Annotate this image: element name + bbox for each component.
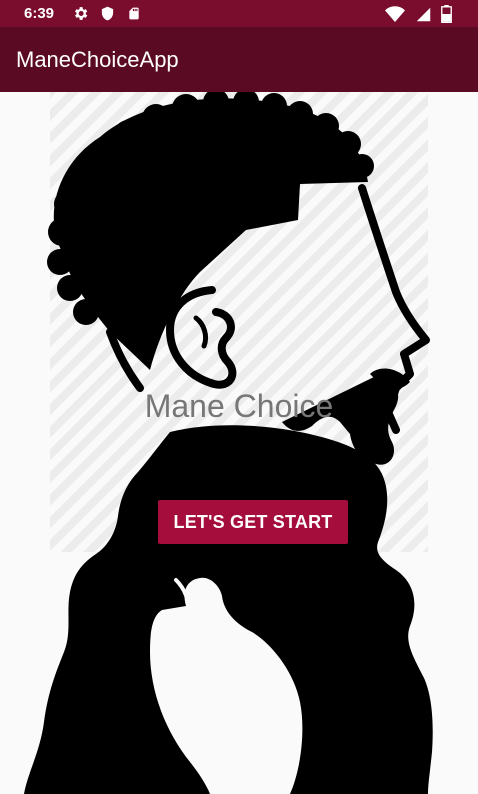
app-bar: ManeChoiceApp	[0, 27, 478, 92]
barber-silhouette-illustration	[24, 92, 433, 794]
status-time: 6:39	[24, 5, 55, 22]
status-left-icons	[72, 5, 148, 22]
main-content: Mane Choice LET'S GET START	[0, 92, 478, 794]
brand-title: Mane Choice	[144, 388, 334, 424]
cellular-signal-icon	[416, 7, 430, 22]
battery-icon	[441, 5, 452, 23]
wifi-icon	[385, 6, 406, 22]
settings-icon	[75, 7, 88, 20]
app-title: ManeChoiceApp	[16, 47, 179, 72]
status-right-icons	[379, 5, 452, 23]
lets-get-start-button[interactable]: LET'S GET START	[158, 500, 348, 544]
status-bar: 6:39	[0, 0, 478, 27]
sd-card-icon	[129, 7, 139, 20]
shield-icon	[102, 6, 114, 21]
